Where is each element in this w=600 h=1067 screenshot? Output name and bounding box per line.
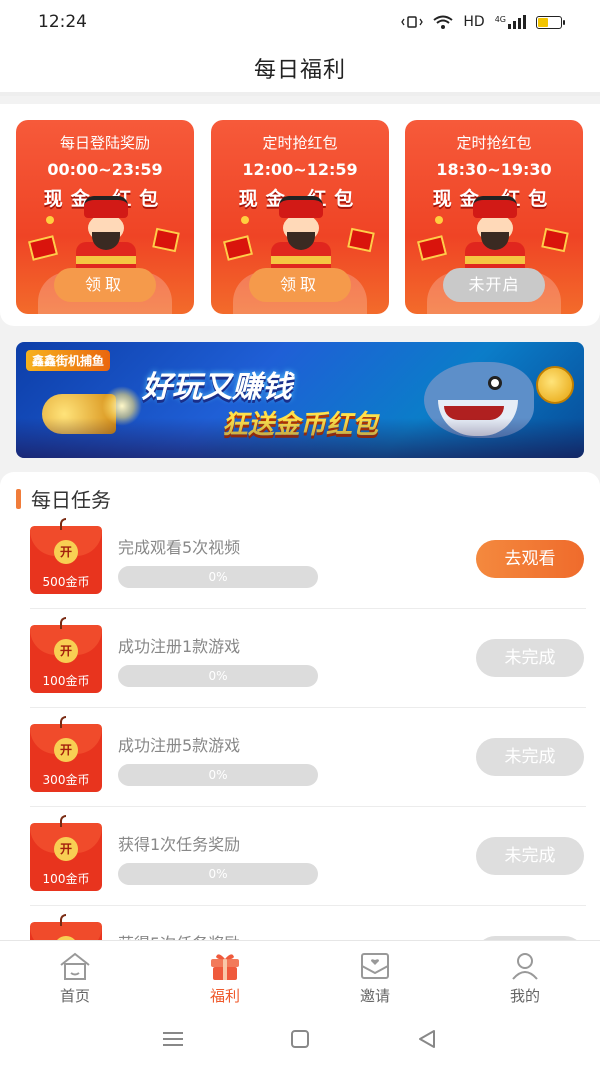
status-time: 12:24 [38, 12, 87, 32]
task-progress-text: 0% [208, 669, 228, 683]
tab-welfare[interactable]: 福利 [150, 941, 300, 1010]
page-header: 每日福利 [0, 44, 600, 96]
section-title: 每日任务 [31, 488, 111, 512]
reward-card-noon[interactable]: 定时抢红包 12:00~12:59 现金 红包 领取 [211, 120, 389, 314]
task-name: 获得1次任务奖励 [118, 835, 241, 854]
battery-icon [536, 15, 565, 29]
banner-logo: 鑫鑫街机捕鱼 [26, 350, 111, 371]
section-header: 每日任务 [16, 484, 111, 513]
coin-icon [435, 216, 443, 224]
tab-label: 福利 [209, 987, 240, 1005]
task-progress-text: 0% [208, 867, 228, 881]
task-progress-bar: 0% [118, 566, 318, 588]
red-envelope-icon [541, 227, 569, 253]
status-icons: HD 4G [401, 14, 565, 30]
task-row: 开 300金币 成功注册5款游戏 0% 未完成 [30, 708, 586, 807]
tab-mine[interactable]: 我的 [450, 941, 600, 1010]
red-envelope-icon [27, 235, 59, 261]
task-progress-bar: 0% [118, 863, 318, 885]
claim-button[interactable]: 领取 [249, 268, 351, 302]
reward-card-time: 18:30~19:30 [436, 160, 552, 179]
gift-icon [208, 951, 242, 981]
user-icon [508, 951, 542, 981]
back-icon[interactable] [414, 1029, 440, 1049]
tab-invite[interactable]: 邀请 [300, 941, 450, 1010]
coin-icon [241, 216, 249, 224]
daily-tasks-section: 每日任务 开 500金币 完成观看5次视频 0% 去观看 开 100金币 成功注… [0, 472, 600, 952]
incomplete-button[interactable]: 未完成 [476, 837, 584, 875]
red-packet-reward-icon: 开 300金币 [30, 716, 102, 792]
banner-shade [16, 418, 584, 458]
red-envelope-icon [416, 235, 448, 261]
red-envelope-icon [347, 227, 375, 253]
red-envelope-icon [152, 227, 180, 253]
task-progress-text: 0% [208, 768, 228, 782]
task-progress-bar: 0% [118, 665, 318, 687]
status-bar: 12:24 HD 4G [0, 0, 600, 44]
task-reward-amount: 100金币 [42, 674, 90, 688]
task-row: 开 100金币 成功注册1款游戏 0% 未完成 [30, 609, 586, 708]
task-name: 成功注册1款游戏 [118, 637, 241, 656]
incomplete-button[interactable]: 未完成 [476, 738, 584, 776]
reward-card-daily-login[interactable]: 每日登陆奖励 00:00~23:59 现金 红包 领取 [16, 120, 194, 314]
bottom-tab-bar: 首页 福利 邀请 我的 [0, 940, 600, 1010]
task-progress-text: 0% [208, 570, 228, 584]
tab-label: 我的 [509, 987, 540, 1005]
red-packet-reward-icon: 开 500金币 [30, 518, 102, 594]
system-nav-bar [0, 1010, 600, 1067]
tab-home[interactable]: 首页 [0, 941, 150, 1010]
watch-button[interactable]: 去观看 [476, 540, 584, 578]
home-icon [58, 951, 92, 981]
section-accent-bar [16, 488, 21, 509]
red-envelope-icon [222, 235, 254, 261]
signal-icon: 4G [495, 15, 526, 29]
promo-banner[interactable]: 鑫鑫街机捕鱼 好玩又赚钱 狂送金币红包 [16, 342, 584, 458]
task-name: 成功注册5款游戏 [118, 736, 241, 755]
task-name: 完成观看5次视频 [118, 538, 241, 557]
reward-card-title: 定时抢红包 [262, 134, 338, 152]
invite-mail-icon [358, 951, 392, 981]
red-packet-reward-icon: 开 100金币 [30, 815, 102, 891]
task-row: 开 100金币 获得1次任务奖励 0% 未完成 [30, 807, 586, 906]
coin-icon [46, 216, 54, 224]
reward-card-title: 每日登陆奖励 [59, 134, 150, 152]
reward-card-evening[interactable]: 定时抢红包 18:30~19:30 现金 红包 未开启 [405, 120, 583, 314]
home-square-icon[interactable] [287, 1029, 313, 1049]
page-title: 每日福利 [253, 58, 346, 83]
reward-card-time: 12:00~12:59 [242, 160, 358, 179]
reward-card-time: 00:00~23:59 [47, 160, 163, 179]
menu-icon[interactable] [160, 1029, 186, 1049]
network-type: HD [463, 14, 485, 30]
task-reward-amount: 500金币 [42, 575, 90, 589]
reward-card-title: 定时抢红包 [456, 134, 532, 152]
task-reward-amount: 300金币 [42, 773, 90, 787]
wifi-icon [433, 15, 454, 29]
tab-label: 邀请 [359, 987, 390, 1005]
task-reward-amount: 100金币 [42, 872, 90, 886]
claim-button[interactable]: 领取 [54, 268, 156, 302]
red-packet-reward-icon: 开 100金币 [30, 617, 102, 693]
not-open-button[interactable]: 未开启 [443, 268, 545, 302]
gold-coin-icon [536, 366, 574, 404]
banner-headline: 好玩又赚钱 [142, 370, 292, 405]
incomplete-button[interactable]: 未完成 [476, 639, 584, 677]
task-progress-bar: 0% [118, 764, 318, 786]
vibrate-icon [401, 16, 424, 28]
tab-label: 首页 [59, 987, 90, 1005]
reward-card-panel: 每日登陆奖励 00:00~23:59 现金 红包 领取 定时抢红包 12:00~… [0, 104, 600, 326]
task-row: 开 500金币 完成观看5次视频 0% 去观看 [30, 510, 586, 609]
